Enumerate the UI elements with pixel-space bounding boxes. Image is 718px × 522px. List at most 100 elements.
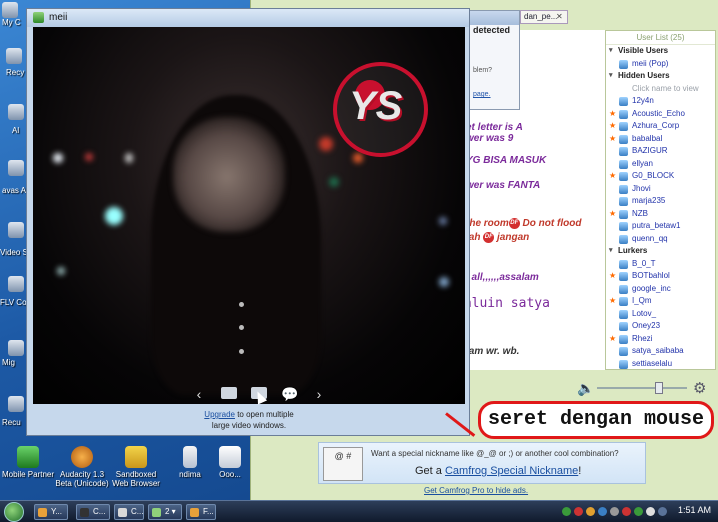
- user-group-header[interactable]: ▾ Hidden Users: [606, 70, 715, 83]
- desktop-icon-sandboxed-browser[interactable]: Sandboxed Web Browser: [108, 446, 164, 488]
- video-window-titlebar[interactable]: meii: [27, 9, 469, 27]
- user-list-item[interactable]: BAZIGUR: [606, 145, 715, 158]
- user-icon: [619, 234, 628, 244]
- user-list-item[interactable]: settiaselalu: [606, 358, 715, 371]
- user-list-item[interactable]: ★ G0_BLOCK: [606, 170, 715, 183]
- user-list-item[interactable]: ★ Acoustic_Echo: [606, 108, 715, 121]
- user-icon: [619, 59, 628, 69]
- desktop-icon-video[interactable]: [8, 222, 24, 238]
- footer-text-line2: large video windows.: [211, 421, 287, 430]
- tray-icon[interactable]: [562, 507, 571, 516]
- desktop-icon-mobile-partner[interactable]: Mobile Partner: [0, 446, 56, 479]
- tray-icon[interactable]: [610, 507, 619, 516]
- user-group-header[interactable]: ▾ Lurkers: [606, 245, 715, 258]
- clock: 1:51 AM: [678, 505, 712, 515]
- user-list-label: BOTbahlol: [632, 271, 670, 280]
- close-tab-icon[interactable]: ✕: [556, 12, 563, 21]
- user-list-item[interactable]: putra_betaw1: [606, 220, 715, 233]
- user-list-label: 12y4n: [632, 96, 654, 105]
- tray-icon[interactable]: [574, 507, 583, 516]
- chevron-left-icon[interactable]: ‹: [191, 387, 207, 401]
- user-list-item[interactable]: Lotov_: [606, 308, 715, 321]
- desktop-icon-mig[interactable]: [8, 340, 24, 356]
- desktop-icon-flv[interactable]: [8, 276, 24, 292]
- user-list-item[interactable]: ellyan: [606, 158, 715, 171]
- taskbar-item[interactable]: 2 ▾: [148, 504, 182, 520]
- user-list-item[interactable]: ★ Azhura_Corp: [606, 120, 715, 133]
- taskbar-item[interactable]: Y...: [34, 504, 68, 520]
- volume-slider-handle[interactable]: [655, 382, 663, 394]
- upgrade-link[interactable]: Upgrade: [204, 410, 235, 419]
- desktop-icon-recycle[interactable]: [6, 48, 22, 64]
- user-group-header[interactable]: ▾ Visible Users: [606, 45, 715, 58]
- desktop-icon-computer[interactable]: [2, 2, 18, 18]
- user-list-item[interactable]: Oney23: [606, 320, 715, 333]
- chat-line-text: lam wr. wb.: [466, 346, 520, 357]
- desktop-icon-antivirus[interactable]: [8, 160, 24, 176]
- collapse-icon[interactable]: ▾: [609, 45, 613, 58]
- user-list-item[interactable]: ★ BOTbahlol: [606, 270, 715, 283]
- taskbar-item[interactable]: C...: [114, 504, 144, 520]
- special-nickname-link[interactable]: Camfrog Special Nickname: [445, 465, 578, 477]
- user-list-item[interactable]: ★ NZB: [606, 208, 715, 221]
- user-icon: [619, 134, 628, 144]
- user-list-item[interactable]: Jhovi: [606, 183, 715, 196]
- user-icon: [619, 159, 628, 169]
- light-bokeh: [329, 177, 339, 187]
- user-list-label: marja235: [632, 196, 666, 205]
- tray-icon[interactable]: [634, 507, 643, 516]
- user-list-item[interactable]: quenn_qq: [606, 233, 715, 246]
- user-list-label: Azhura_Corp: [632, 121, 680, 130]
- user-list-item[interactable]: ★ Rhezi: [606, 333, 715, 346]
- volume-slider-track[interactable]: [597, 387, 687, 389]
- popup-link[interactable]: page.: [473, 91, 491, 98]
- user-list-item[interactable]: 12y4n: [606, 95, 715, 108]
- desktop-icon-ooo[interactable]: Ooo...: [210, 446, 250, 479]
- tray-icon[interactable]: [598, 507, 607, 516]
- user-list-item[interactable]: ★ babalbal: [606, 133, 715, 146]
- desktop-icon-audacity[interactable]: Audacity 1.3 Beta (Unicode): [54, 446, 110, 488]
- user-list-label: settiaselalu: [632, 358, 673, 368]
- user-list-item[interactable]: ★ I_Qm: [606, 295, 715, 308]
- get-pro-link[interactable]: Get Camfrog Pro to hide ads.: [424, 486, 528, 495]
- user-list-item[interactable]: satya_saibaba: [606, 345, 715, 358]
- tray-icon[interactable]: [646, 507, 655, 516]
- user-list-label: Hidden Users: [618, 71, 670, 80]
- desktop-icon-label: Audacity 1.3 Beta (Unicode): [55, 470, 109, 488]
- light-bokeh: [439, 217, 447, 225]
- ad-banner: @ # Want a special nickname like @_@ or …: [318, 442, 646, 484]
- user-icon: [619, 309, 628, 319]
- taskbar-item[interactable]: F...: [186, 504, 216, 520]
- user-icon: [619, 109, 628, 119]
- collapse-icon[interactable]: ▾: [609, 70, 613, 83]
- chat-line-text: et letter is A: [466, 122, 523, 133]
- tray-icon[interactable]: [586, 507, 595, 516]
- desktop-icon-app[interactable]: [8, 104, 24, 120]
- speaker-icon[interactable]: 🔈: [577, 380, 594, 397]
- user-list-item[interactable]: marja235: [606, 195, 715, 208]
- chat-bubble-icon[interactable]: 💬: [281, 387, 298, 401]
- window-icon[interactable]: [221, 387, 237, 399]
- tray-icon[interactable]: [658, 507, 667, 516]
- user-list-item[interactable]: B_0_T: [606, 258, 715, 271]
- user-list-label: Lotov_: [632, 308, 657, 318]
- desktop-icon-recu[interactable]: [8, 396, 24, 412]
- chat-line-text: i all,,,,,,assalam: [466, 272, 539, 283]
- taskbar-item[interactable]: C...: [76, 504, 110, 520]
- user-list-item[interactable]: meii (Pop): [606, 58, 715, 71]
- user-list-label: babalbal: [632, 133, 663, 143]
- user-list-item[interactable]: Click name to view: [606, 83, 715, 96]
- tray-icon[interactable]: [622, 507, 631, 516]
- start-button[interactable]: [4, 502, 24, 522]
- user-icon: [619, 297, 628, 306]
- user-list-label: meii (Pop): [632, 58, 669, 68]
- user-list-label: G0_BLOCK: [632, 171, 675, 180]
- user-list-label: Acoustic_Echo: [632, 108, 685, 118]
- gear-icon[interactable]: ⚙: [693, 379, 706, 397]
- collapse-icon[interactable]: ▾: [609, 245, 613, 258]
- chevron-right-icon[interactable]: ›: [311, 387, 327, 401]
- user-list-item[interactable]: google_inc: [606, 283, 715, 296]
- user-list-label: B_0_T: [632, 258, 656, 268]
- app-icon: [190, 508, 199, 517]
- desktop-icon-label: Sandboxed Web Browser: [112, 470, 160, 488]
